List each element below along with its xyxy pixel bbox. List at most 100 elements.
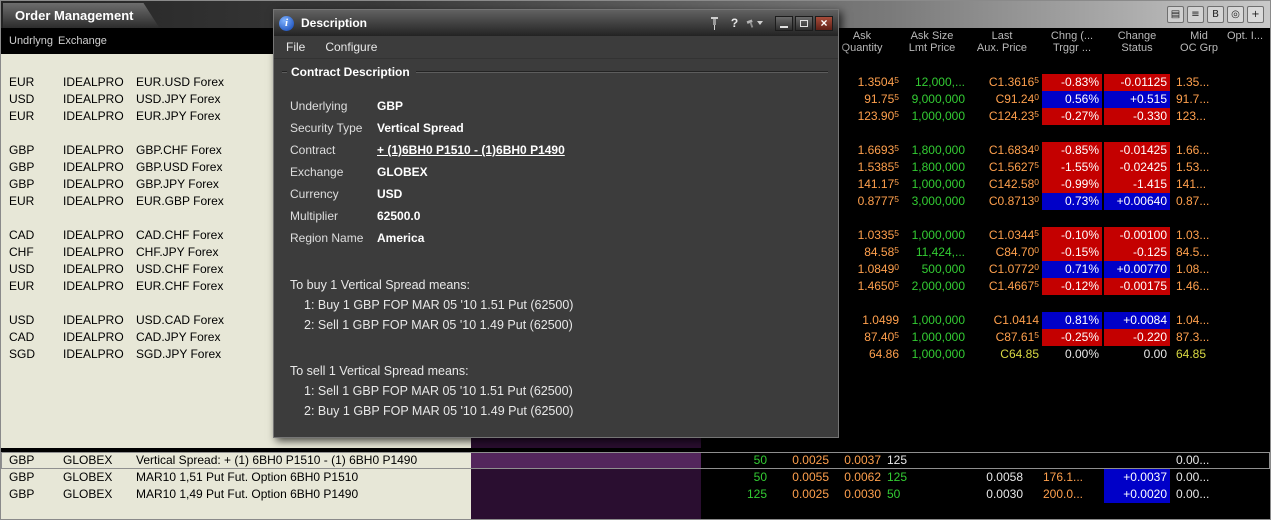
bid-price-cell: 0.0025 — [773, 452, 829, 469]
ask-size-cell: 1,800,000 — [899, 142, 965, 159]
exchange-cell: IDEALPRO — [63, 227, 133, 244]
spread-row[interactable]: GBPGLOBEXVertical Spread: + (1) 6BH0 P15… — [1, 452, 1270, 469]
mid-cell: 1.53... — [1176, 159, 1222, 176]
price-superscript: 0 — [1034, 262, 1039, 272]
dialog-window-buttons — [773, 16, 833, 31]
mid-cell: 87.3... — [1176, 329, 1222, 346]
last-cell: C91.240 — [965, 91, 1039, 108]
change-pct-cell: -0.10% — [1042, 227, 1102, 244]
exchange-cell: IDEALPRO — [63, 176, 133, 193]
aux-price-cell: 200.0... — [1029, 486, 1083, 503]
tools-icon[interactable] — [746, 15, 763, 31]
buy-explanation-line: 2: Sell 1 GBP FOP MAR 05 '10 1.49 Put (6… — [290, 315, 828, 335]
field-label: Security Type — [290, 119, 377, 137]
underlying-cell: EUR — [9, 193, 59, 210]
ask-size-cell: 2,000,000 — [899, 278, 965, 295]
ask-size-cell: 1,800,000 — [899, 159, 965, 176]
exchange-cell: IDEALPRO — [63, 312, 133, 329]
last-cell: 0.0030 — [961, 486, 1023, 503]
ask-size-cell: 1,000,000 — [899, 176, 965, 193]
contract-fields: Underlying GBP Security Type Vertical Sp… — [290, 95, 828, 249]
description-dialog: i Description ? File Configure Contr — [273, 9, 839, 438]
underlying-cell: GBP — [9, 176, 59, 193]
field-label: Multiplier — [290, 207, 377, 225]
exchange-cell: IDEALPRO — [63, 142, 133, 159]
exchange-cell: IDEALPRO — [63, 278, 133, 295]
last-cell: C64.85 — [965, 346, 1039, 363]
underlying-cell: CAD — [9, 329, 59, 346]
underlying-cell: GBP — [9, 159, 59, 176]
ask-size-cell: 1,000,000 — [899, 108, 965, 125]
change-pct-cell: -0.83% — [1042, 74, 1102, 91]
field-row: Underlying GBP — [290, 95, 828, 117]
bid-size-cell: 50 — [703, 469, 767, 486]
exchange-cell: GLOBEX — [63, 469, 133, 486]
last-cell: C1.56275 — [965, 159, 1039, 176]
ask-price-cell: 0.0030 — [835, 486, 881, 503]
change-cell: +0.0020 — [1104, 486, 1170, 503]
menu-configure[interactable]: Configure — [325, 40, 377, 54]
price-superscript: 5 — [1034, 228, 1039, 238]
last-cell: C142.580 — [965, 176, 1039, 193]
mid-cell: 91.7... — [1176, 91, 1222, 108]
change-cell: -0.02425 — [1104, 159, 1170, 176]
last-cell: C1.68340 — [965, 142, 1039, 159]
spread-row[interactable]: GBPGLOBEXMAR10 1,49 Put Fut. Option 6BH0… — [1, 486, 1270, 503]
last-cell: C1.0414 — [965, 312, 1039, 329]
price-superscript: 5 — [1034, 75, 1039, 85]
dialog-body: Contract Description Underlying GBP Secu… — [274, 59, 838, 421]
last-cell: C124.235 — [965, 108, 1039, 125]
maximize-button[interactable] — [795, 16, 813, 31]
menu-file[interactable]: File — [286, 40, 305, 54]
change-cell: -0.330 — [1104, 108, 1170, 125]
minimize-button[interactable] — [775, 16, 793, 31]
underlying-cell: CAD — [9, 227, 59, 244]
exchange-cell: IDEALPRO — [63, 244, 133, 261]
spread-row[interactable]: GBPGLOBEXMAR10 1,51 Put Fut. Option 6BH0… — [1, 469, 1270, 486]
change-pct-cell: 0.73% — [1042, 193, 1102, 210]
description-cell: MAR10 1,49 Put Fut. Option 6BH0 P1490 — [136, 486, 468, 503]
groupbox-border — [282, 71, 287, 73]
exchange-cell: IDEALPRO — [63, 329, 133, 346]
underlying-cell: GBP — [9, 469, 59, 486]
sell-explanation-header: To sell 1 Vertical Spread means: — [290, 361, 828, 381]
field-row: Currency USD — [290, 183, 828, 205]
ask-price-cell: 0.0062 — [835, 469, 881, 486]
help-icon[interactable]: ? — [726, 15, 743, 31]
mid-cell: 1.03... — [1176, 227, 1222, 244]
ask-size-cell: 1,000,000 — [899, 329, 965, 346]
change-cell: -1.415 — [1104, 176, 1170, 193]
change-pct-cell: -0.99% — [1042, 176, 1102, 193]
groupbox-border — [416, 71, 828, 73]
bid-price-cell: 0.0025 — [773, 486, 829, 503]
exchange-cell: IDEALPRO — [63, 193, 133, 210]
close-button[interactable] — [815, 16, 833, 31]
change-pct-cell: 0.00% — [1042, 346, 1102, 363]
pin-icon[interactable] — [706, 15, 723, 31]
field-value-contract-link[interactable]: + (1)6BH0 P1510 - (1)6BH0 P1490 — [377, 143, 565, 157]
change-cell: 0.00 — [1104, 346, 1170, 363]
exchange-cell: GLOBEX — [63, 452, 133, 469]
field-label: Region Name — [290, 229, 377, 247]
underlying-cell: CHF — [9, 244, 59, 261]
dialog-title: Description — [301, 16, 703, 30]
last-cell: C1.07720 — [965, 261, 1039, 278]
mid-cell: 0.00... — [1176, 469, 1222, 486]
mid-cell: 1.04... — [1176, 312, 1222, 329]
underlying-cell: USD — [9, 91, 59, 108]
change-cell: +0.00640 — [1104, 193, 1170, 210]
mid-cell: 0.00... — [1176, 452, 1222, 469]
change-cell: -0.01125 — [1104, 74, 1170, 91]
bid-size-cell: 50 — [703, 452, 767, 469]
exchange-cell: IDEALPRO — [63, 74, 133, 91]
change-pct-cell: -0.12% — [1042, 278, 1102, 295]
last-cell: C1.03445 — [965, 227, 1039, 244]
ask-size-cell: 125 — [887, 452, 927, 469]
underlying-cell: USD — [9, 261, 59, 278]
change-cell: -0.00100 — [1104, 227, 1170, 244]
field-value-region: America — [377, 231, 424, 245]
ask-size-cell: 11,424,... — [899, 244, 965, 261]
underlying-cell: EUR — [9, 278, 59, 295]
dialog-titlebar[interactable]: i Description ? — [274, 10, 838, 36]
price-superscript: 0 — [1034, 177, 1039, 187]
